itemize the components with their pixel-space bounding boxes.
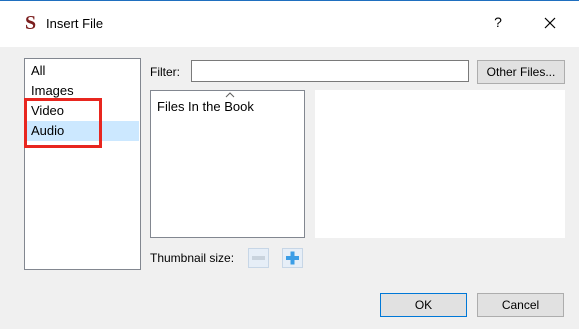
dialog-title: Insert File: [46, 16, 104, 31]
category-item-all[interactable]: All: [26, 61, 139, 81]
category-list[interactable]: All Images Video Audio: [24, 58, 141, 270]
filter-label: Filter:: [150, 65, 180, 79]
thumbnail-size-label: Thumbnail size:: [150, 251, 235, 265]
title-bar[interactable]: S Insert File ?: [0, 1, 579, 47]
app-logo-icon: S: [25, 12, 37, 34]
preview-pane: [315, 90, 565, 238]
help-button[interactable]: ?: [489, 14, 507, 34]
scroll-up-icon[interactable]: [225, 92, 235, 98]
plus-icon: [286, 251, 299, 265]
thumbnail-increase-button[interactable]: [282, 248, 303, 268]
insert-file-dialog: S Insert File ? All Images Video Audio F…: [0, 0, 579, 329]
ok-button[interactable]: OK: [380, 293, 467, 317]
thumbnail-decrease-button[interactable]: [248, 248, 269, 268]
minus-icon: [252, 256, 265, 260]
file-tree[interactable]: Files In the Book: [150, 90, 305, 238]
other-files-button[interactable]: Other Files...: [477, 60, 565, 84]
close-icon: [544, 17, 556, 29]
filter-input[interactable]: [191, 60, 469, 82]
annotation-highlight-box: [24, 98, 102, 148]
close-button[interactable]: [539, 12, 561, 34]
cancel-button[interactable]: Cancel: [477, 293, 564, 317]
tree-item-files-in-book[interactable]: Files In the Book: [157, 99, 254, 114]
